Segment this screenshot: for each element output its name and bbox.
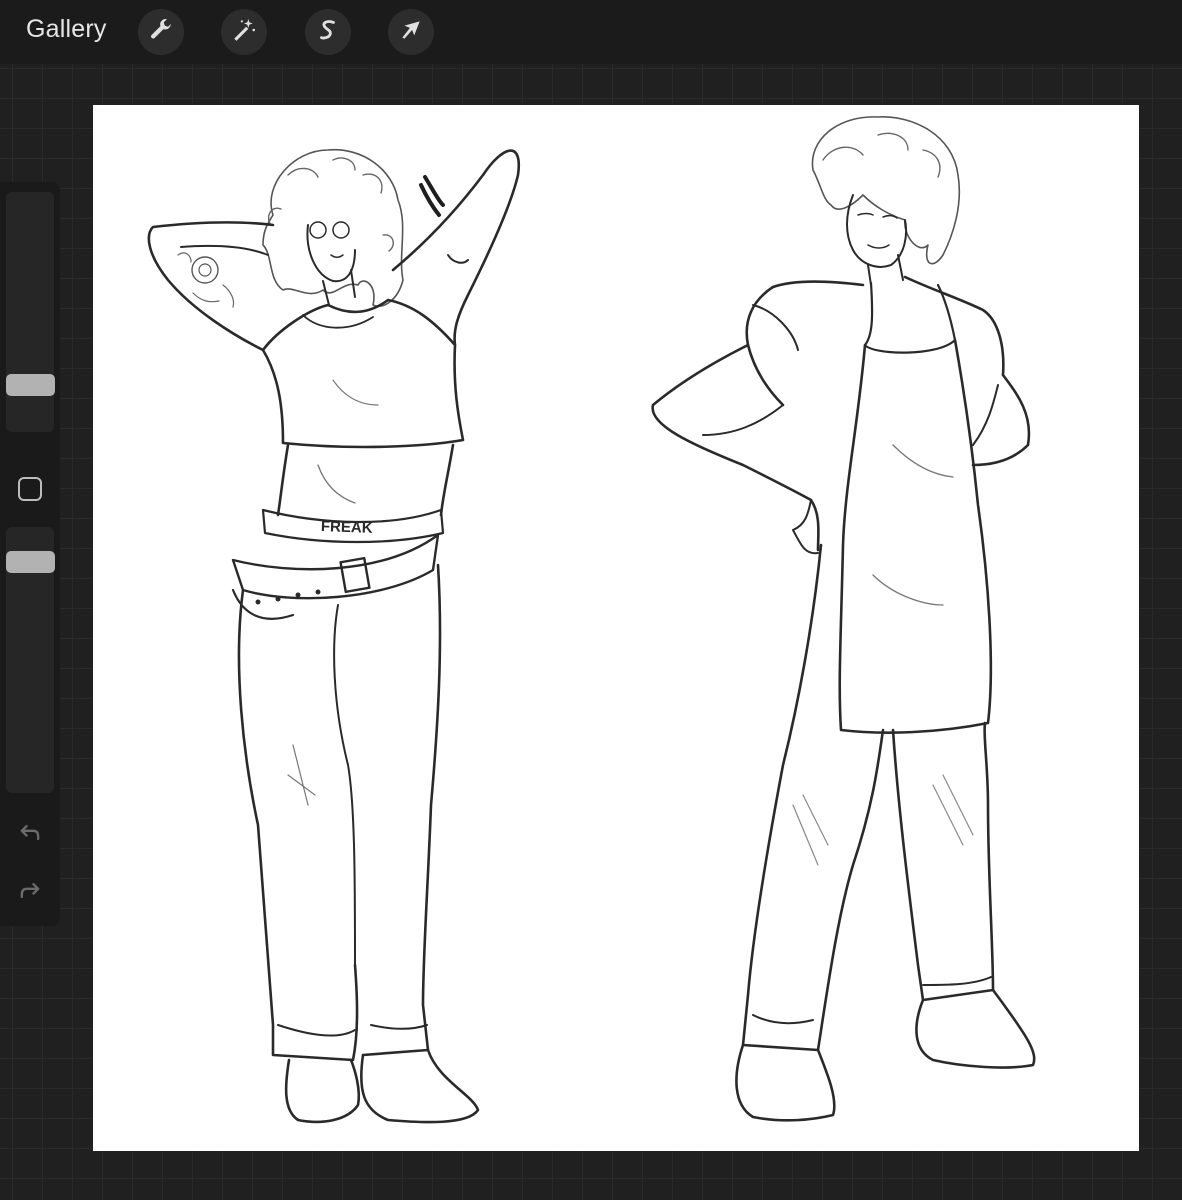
actions-button[interactable]: [138, 9, 184, 55]
transform-button[interactable]: [388, 9, 434, 55]
gallery-button[interactable]: Gallery: [26, 15, 107, 44]
selection-s-icon: [315, 17, 341, 48]
left-sidebar: [0, 182, 60, 926]
modify-button[interactable]: [18, 477, 42, 501]
magic-wand-icon: [231, 17, 257, 48]
brush-size-slider[interactable]: [6, 192, 54, 432]
sketch-artwork: FREAK: [147, 116, 1036, 1124]
belt-text: FREAK: [321, 518, 373, 537]
undo-icon: [16, 825, 44, 850]
arrow-cursor-icon: [398, 17, 424, 48]
top-toolbar: Gallery: [0, 0, 1182, 64]
wrench-icon: [148, 17, 174, 48]
selection-button[interactable]: [305, 9, 351, 55]
redo-button[interactable]: [16, 876, 44, 904]
brush-size-thumb[interactable]: [6, 374, 55, 396]
opacity-thumb[interactable]: [6, 551, 55, 573]
redo-icon: [16, 883, 44, 908]
drawing-canvas[interactable]: FREAK: [93, 105, 1139, 1151]
undo-button[interactable]: [16, 818, 44, 846]
adjustments-button[interactable]: [221, 9, 267, 55]
